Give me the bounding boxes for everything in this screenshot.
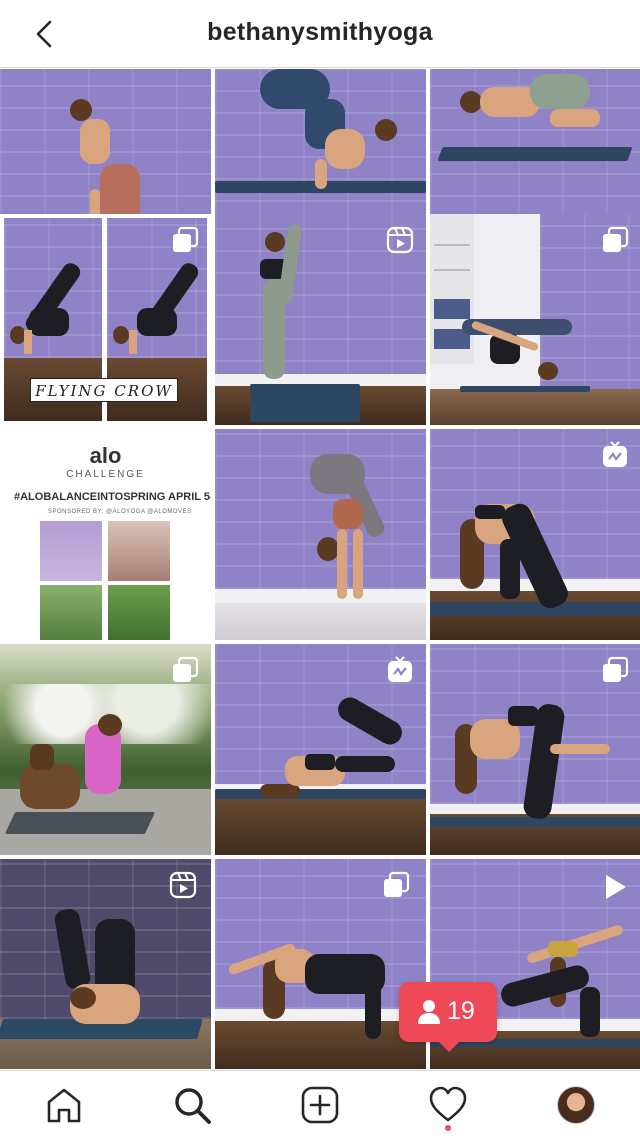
post-overlay-caption: FLYING CROW [30,378,178,402]
post-tile[interactable] [215,644,426,855]
header: bethanysmithyoga [0,0,640,68]
reels-icon [386,226,414,254]
post-grid: FLYING CROW alo CHALLENGE #ALOBALANCEINT… [0,69,640,1069]
igtv-icon [388,656,412,682]
igtv-icon [603,441,627,467]
activity-indicator-dot [445,1125,451,1131]
post-tile[interactable] [0,859,211,1069]
promo-thumb [40,521,102,581]
post-tile[interactable]: FLYING CROW [0,214,211,425]
carousel-icon [603,656,629,682]
promo-logo: alo [89,443,122,468]
search-icon[interactable] [172,1085,212,1125]
profile-username-title: bethanysmithyoga [207,18,433,46]
post-tile[interactable] [0,644,211,855]
post-tile[interactable] [430,214,640,425]
followers-count: 19 [447,997,475,1025]
person-icon [418,1000,440,1024]
promo-thumb [108,521,170,581]
promo-subtitle: CHALLENGE [66,469,145,480]
new-followers-bubble[interactable]: 19 [399,982,497,1052]
post-tile[interactable]: alo CHALLENGE #ALOBALANCEINTOSPRING APRI… [0,429,211,640]
post-tile[interactable] [430,644,640,855]
promo-sponsor: SPONSORED BY: @ALOYOGA @ALOMOVES [48,509,192,515]
carousel-icon [173,656,199,682]
promo-hashtag: #ALOBALANCEINTOSPRING APRIL 5-12 [14,491,211,503]
promo-thumb [108,585,170,640]
carousel-icon [173,226,199,252]
new-post-icon[interactable] [300,1085,340,1125]
carousel-icon [384,871,410,897]
post-tile[interactable] [215,429,426,640]
video-play-icon [606,875,626,899]
post-tile[interactable] [215,214,426,425]
carousel-icon [603,226,629,252]
promo-thumb [40,585,102,640]
home-icon[interactable] [44,1085,84,1125]
bottom-nav [0,1070,640,1138]
heart-icon[interactable] [428,1085,468,1125]
post-tile[interactable] [215,859,426,1069]
post-tile[interactable] [430,429,640,640]
reels-icon [169,871,197,899]
profile-avatar[interactable] [557,1086,595,1124]
